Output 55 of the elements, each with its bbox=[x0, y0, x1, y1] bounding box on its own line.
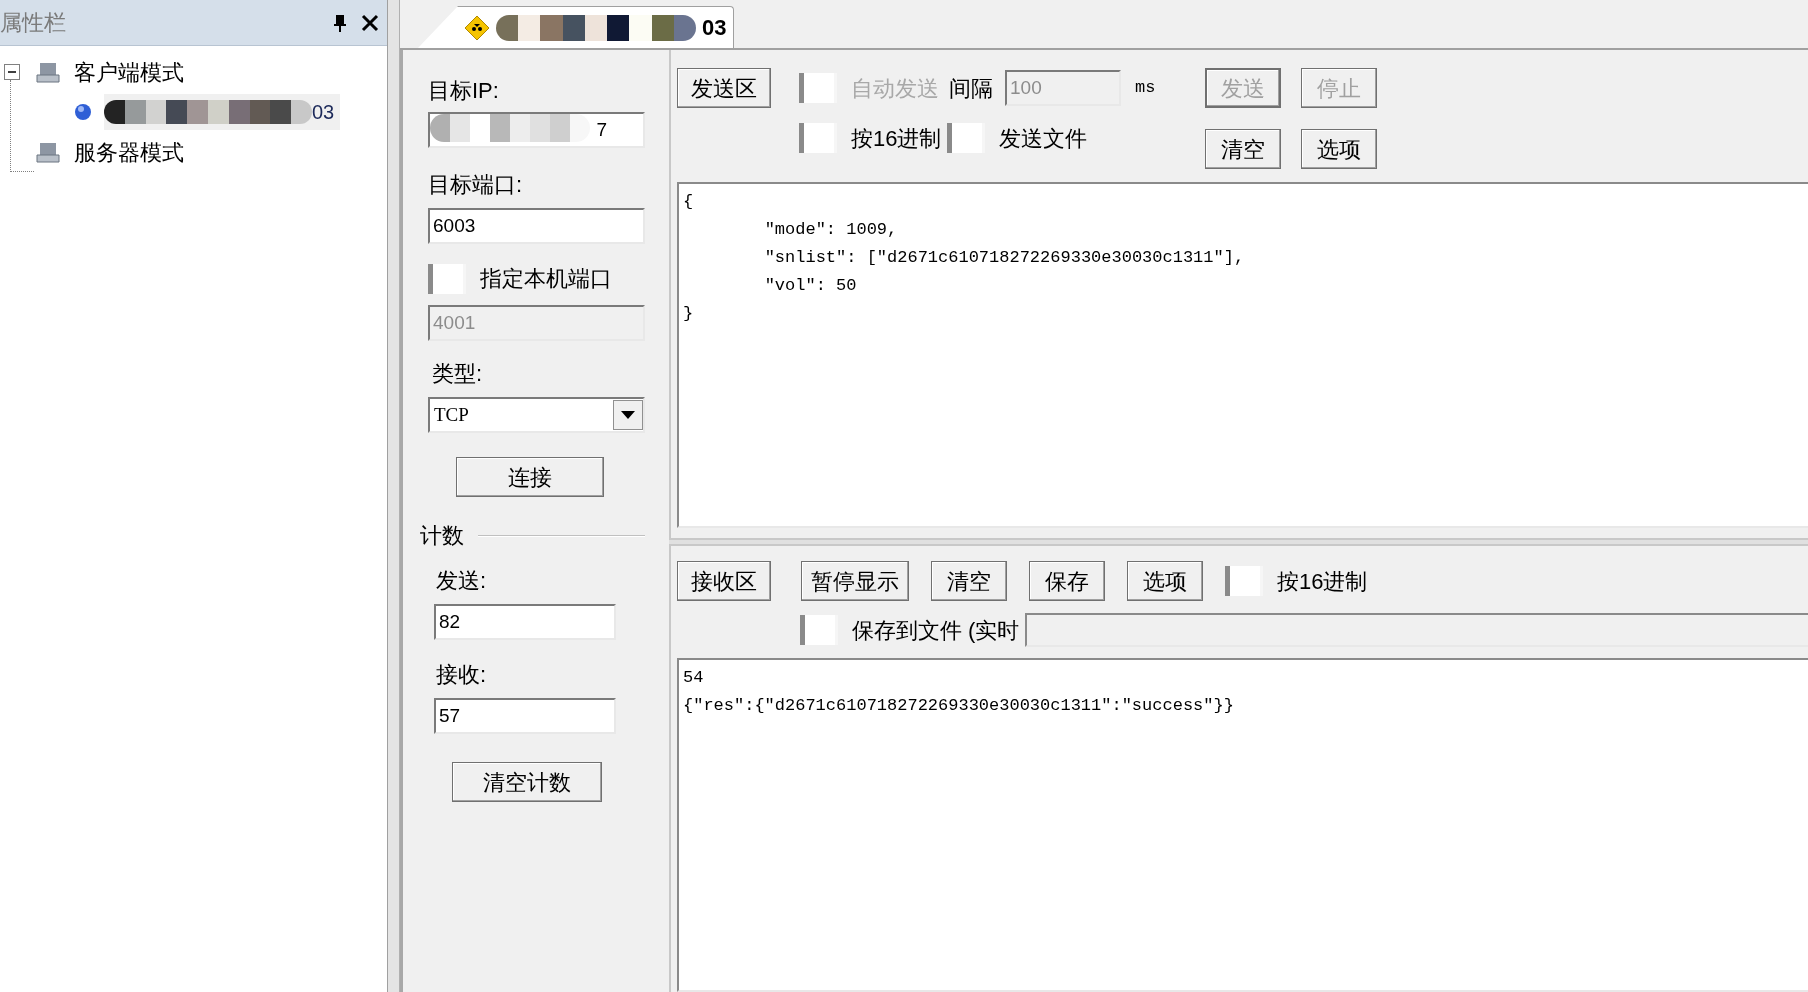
pin-icon[interactable] bbox=[331, 12, 349, 33]
button[interactable]: 发送区 bbox=[677, 68, 771, 108]
panel-title: 属性栏 bbox=[0, 9, 67, 37]
text-line: "snlist": ["d2671c610718272269330e30030c1311"], bbox=[763, 247, 1245, 269]
button[interactable]: 清空计数 bbox=[452, 762, 602, 802]
tab[interactable]: 03 bbox=[418, 6, 734, 48]
computer-icon bbox=[36, 61, 60, 83]
input-field[interactable] bbox=[1025, 613, 1808, 647]
text-line: "mode": 1009, bbox=[763, 219, 898, 241]
unit-label: ms bbox=[1135, 77, 1156, 100]
button[interactable]: 选项 bbox=[1127, 561, 1203, 601]
checkbox-label: 发送文件 bbox=[999, 124, 1087, 153]
checkbox-label: 按16进制 bbox=[1277, 567, 1368, 596]
collapse-icon[interactable] bbox=[4, 64, 20, 80]
checkbox-label: 自动发送 bbox=[851, 74, 939, 103]
checkbox-label: 指定本机端口 bbox=[480, 265, 612, 293]
button[interactable]: 清空 bbox=[931, 561, 1007, 601]
text-line: "vol": 50 bbox=[763, 275, 857, 297]
field-label: 类型: bbox=[431, 360, 484, 388]
close-icon[interactable] bbox=[361, 13, 379, 32]
text-line: } bbox=[683, 303, 694, 325]
tree-item[interactable]: 客户端模式 bbox=[74, 55, 184, 89]
checkbox[interactable] bbox=[799, 123, 837, 153]
text-area[interactable]: 54 {"res":{"d2671c610718272269330e30030c1311":"success"}} bbox=[677, 658, 1808, 992]
checkbox[interactable] bbox=[947, 123, 985, 153]
text-line: { bbox=[683, 191, 694, 213]
field-label: 发送: bbox=[435, 567, 488, 595]
button[interactable]: 暂停显示 bbox=[801, 561, 909, 601]
computer-icon bbox=[36, 141, 60, 163]
button[interactable]: 连接 bbox=[456, 457, 604, 497]
tree-item[interactable]: 03 bbox=[312, 97, 335, 127]
checkbox-label: 按16进制 bbox=[851, 124, 943, 153]
input-field[interactable]: 7 bbox=[428, 112, 645, 148]
checkbox[interactable] bbox=[1225, 566, 1263, 596]
field-label: 目标端口: bbox=[428, 171, 524, 199]
input-field[interactable]: 57 bbox=[434, 698, 616, 734]
field-label: 接收: bbox=[435, 661, 488, 689]
text-area[interactable]: { "mode": 1009, "snlist": ["d2671c610718272269330e30030c1311"], "vol": 50 } bbox=[677, 182, 1808, 528]
status-dot-icon bbox=[74, 103, 92, 121]
dropdown[interactable]: TCP bbox=[428, 397, 645, 433]
warning-icon bbox=[464, 14, 490, 41]
checkbox[interactable] bbox=[800, 615, 838, 645]
input-field[interactable]: 82 bbox=[434, 604, 616, 640]
button[interactable]: 接收区 bbox=[677, 561, 771, 601]
text-line: {"res":{"d2671c610718272269330e30030c1311":"success"}} bbox=[683, 695, 1234, 717]
button[interactable]: 保存 bbox=[1029, 561, 1105, 601]
tree-item[interactable]: 服务器模式 bbox=[74, 135, 184, 169]
input-field[interactable]: 6003 bbox=[428, 208, 645, 244]
field-label: 间隔 bbox=[949, 74, 993, 103]
button[interactable]: 选项 bbox=[1301, 129, 1378, 169]
text-line: 54 bbox=[683, 667, 704, 689]
group-title: 计数 bbox=[420, 522, 464, 550]
field-label: 目标IP: bbox=[428, 77, 500, 105]
button[interactable]: 清空 bbox=[1205, 129, 1282, 169]
checkbox-label: 保存到文件 (实时 bbox=[852, 616, 1020, 645]
